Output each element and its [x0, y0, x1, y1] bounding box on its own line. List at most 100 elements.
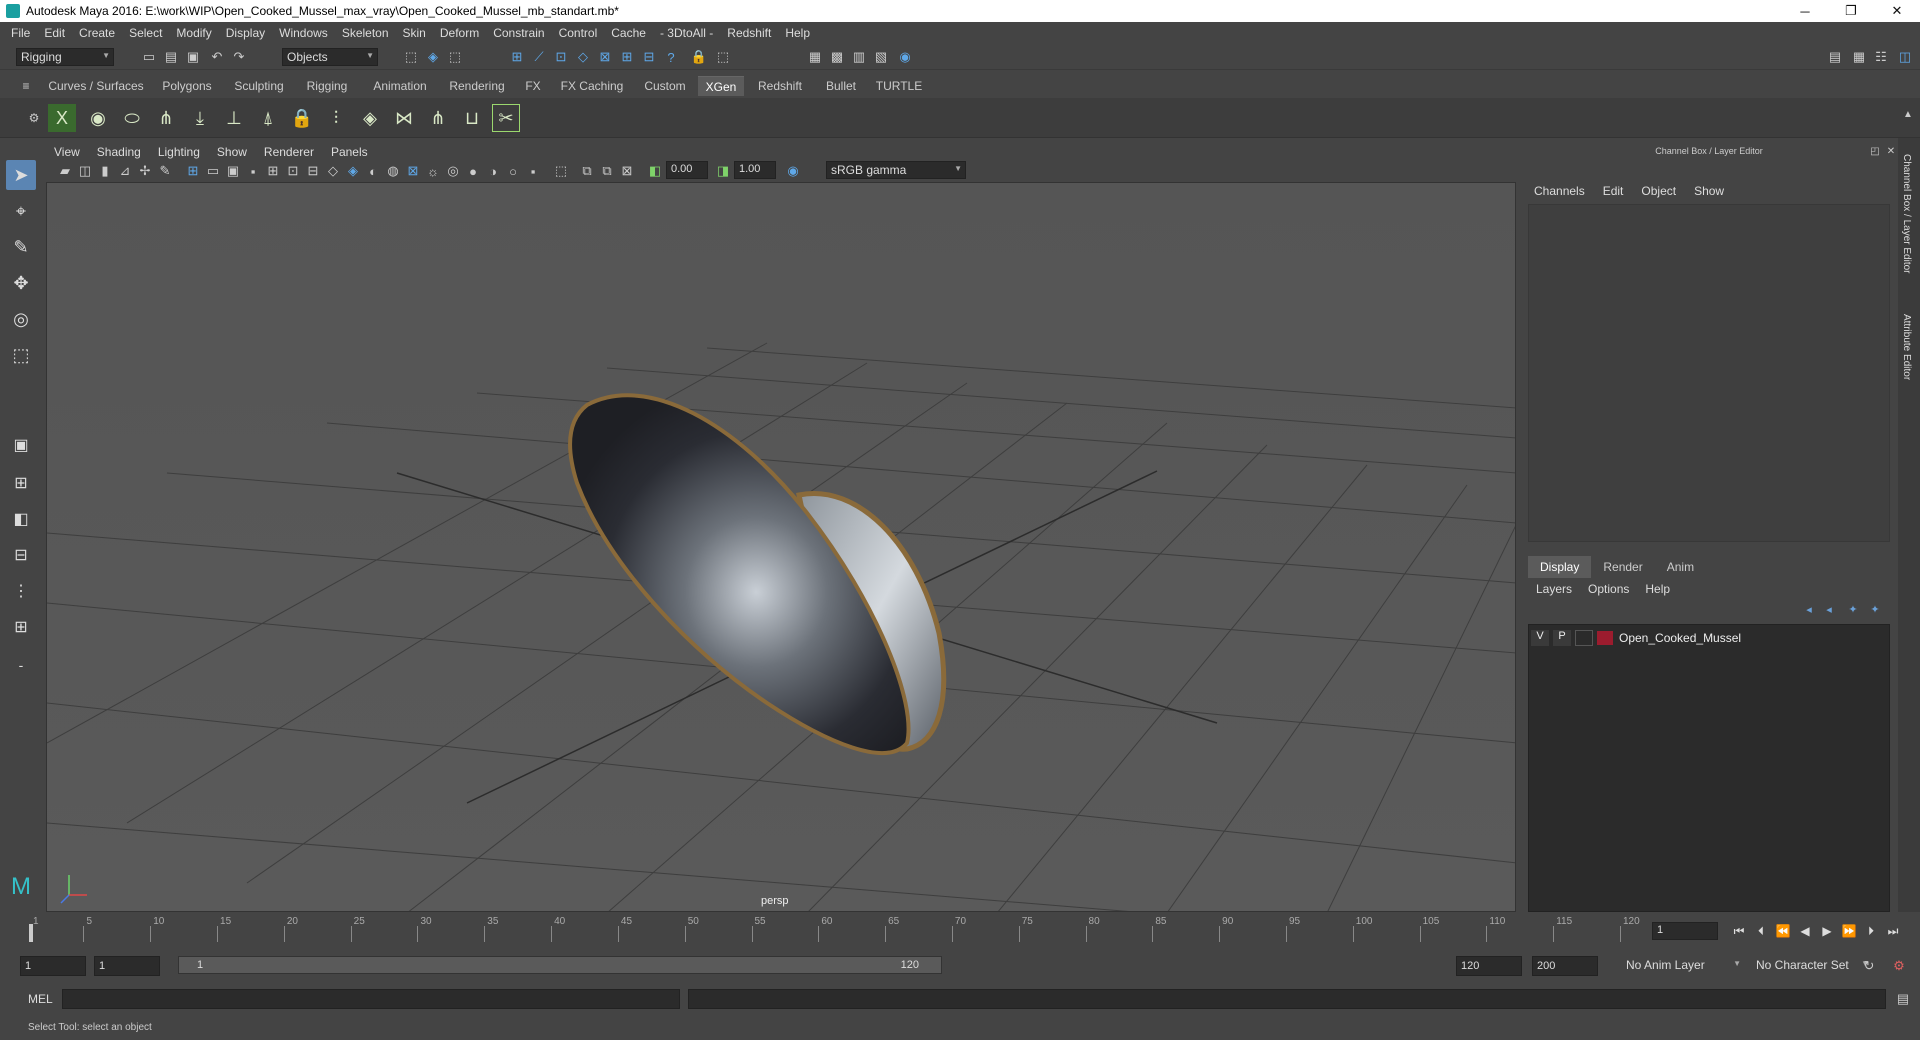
menu-cache[interactable]: Cache — [604, 26, 653, 40]
animation-end-field[interactable]: 200 — [1532, 956, 1598, 976]
new-scene-icon[interactable]: ▭ — [140, 48, 158, 66]
gamma-field[interactable]: 1.00 — [734, 161, 776, 179]
film-gate-icon[interactable]: ▭ — [204, 162, 222, 180]
color-management-icon[interactable]: ◉ — [784, 162, 802, 180]
step-forward-key-icon[interactable]: ⏵ — [1860, 924, 1882, 939]
open-scene-icon[interactable]: ▤ — [162, 48, 180, 66]
selection-mode-dropdown[interactable]: Objects — [282, 48, 378, 66]
screen-space-ao-icon[interactable]: ● — [464, 162, 482, 180]
animation-preferences-icon[interactable]: ⚙ — [1890, 957, 1908, 975]
menu-select[interactable]: Select — [122, 26, 169, 40]
panel-menu-panels[interactable]: Panels — [331, 145, 377, 159]
tab-fx[interactable]: FX — [518, 76, 548, 96]
xgen-add-guide-icon[interactable]: ⤓ — [186, 104, 214, 132]
xgen-layers-icon[interactable]: ◈ — [356, 104, 384, 132]
xgen-editor-icon[interactable]: X — [48, 104, 76, 132]
modeling-toolkit-icon[interactable]: ▤ — [1826, 48, 1844, 66]
attribute-editor-toggle-icon[interactable]: ▦ — [1850, 48, 1868, 66]
layout-options-icon[interactable]: - — [6, 650, 36, 680]
panel-menu-renderer[interactable]: Renderer — [264, 145, 323, 159]
image-plane-icon[interactable]: ⊿ — [116, 162, 134, 180]
range-slider[interactable]: 1 120 — [178, 956, 942, 974]
channel-box-menu-object[interactable]: Object — [1641, 184, 1676, 198]
snap-surface-icon[interactable]: ⊠ — [596, 48, 614, 66]
snap-curve-icon[interactable]: ⟋ — [530, 48, 548, 66]
xgen-cut-icon[interactable]: ✂ — [492, 104, 520, 132]
maximize-button[interactable]: ❐ — [1828, 0, 1874, 22]
character-set-dropdown[interactable]: No Character Set — [1752, 957, 1872, 975]
tab-redshift[interactable]: Redshift — [752, 76, 808, 96]
side-tab-attribute-editor[interactable]: Attribute Editor — [1901, 314, 1912, 380]
motion-blur-icon[interactable]: ◑ — [484, 162, 502, 180]
camera-attributes-icon[interactable]: ◫ — [76, 162, 94, 180]
layer-menu-help[interactable]: Help — [1645, 582, 1670, 596]
exposure-icon[interactable]: ◧ — [646, 162, 664, 180]
side-tab-channel-box[interactable]: Channel Box / Layer Editor — [1901, 154, 1912, 274]
auto-key-icon[interactable]: ↻ — [1860, 957, 1878, 975]
lasso-tool-icon[interactable]: ⌖ — [6, 196, 36, 226]
single-perspective-layout-icon[interactable]: ▣ — [6, 430, 36, 460]
xgen-guides-icon[interactable]: ⫶ — [322, 104, 350, 132]
tab-rendering[interactable]: Rendering — [444, 76, 510, 96]
xgen-preview-icon[interactable]: ⊔ — [458, 104, 486, 132]
tab-polygons[interactable]: Polygons — [156, 76, 218, 96]
anim-layer-dropdown[interactable]: No Anim Layer — [1622, 957, 1744, 975]
tab-sculpting[interactable]: Sculpting — [226, 76, 292, 96]
menu-file[interactable]: File — [4, 26, 37, 40]
menu-deform[interactable]: Deform — [433, 26, 486, 40]
tab-custom[interactable]: Custom — [636, 76, 694, 96]
tab-anim[interactable]: Anim — [1655, 556, 1706, 578]
playback-end-field[interactable]: 120 — [1456, 956, 1522, 976]
gate-mask-icon[interactable]: ▪ — [244, 162, 262, 180]
channel-box-menu-channels[interactable]: Channels — [1534, 184, 1585, 198]
anti-aliasing-icon[interactable]: ○ — [504, 162, 522, 180]
current-frame-field[interactable]: 1 — [1652, 922, 1718, 940]
step-back-frame-icon[interactable]: ⏪ — [1772, 924, 1794, 938]
perspective-viewport[interactable]: persp — [46, 182, 1516, 912]
hypershade-icon[interactable]: ◉ — [896, 48, 914, 66]
move-layer-up-icon[interactable]: ◂ — [1800, 600, 1818, 618]
xgen-create-description-icon[interactable]: ⬭ — [118, 104, 146, 132]
layer-name[interactable]: Open_Cooked_Mussel — [1619, 631, 1741, 645]
snap-vertex-icon[interactable]: ⊞ — [618, 48, 636, 66]
panel-menu-shading[interactable]: Shading — [97, 145, 150, 159]
snap-point-icon[interactable]: ⊡ — [552, 48, 570, 66]
go-to-start-icon[interactable]: ⏮ — [1728, 924, 1750, 939]
time-slider[interactable]: 1 5 10 15 20 25 30 35 40 45 50 55 60 65 70 75 80 85 90 95 10… — [22, 914, 1640, 944]
four-view-layout-icon[interactable]: ⊞ — [6, 468, 36, 498]
layer-color-swatch[interactable] — [1597, 631, 1613, 645]
script-editor-icon[interactable]: ▤ — [1894, 990, 1912, 1008]
menu-modify[interactable]: Modify — [169, 26, 218, 40]
xgen-sculpt-guide-icon[interactable]: ⍋ — [254, 104, 282, 132]
xgen-splines-icon[interactable]: ⋔ — [424, 104, 452, 132]
camera-select-icon[interactable]: ▰ — [56, 162, 74, 180]
2d-pan-zoom-icon[interactable]: ✢ — [136, 162, 154, 180]
tool-settings-icon[interactable]: ☷ — [1872, 48, 1890, 66]
render-settings-icon[interactable]: ▧ — [872, 48, 890, 66]
xgen-place-guides-icon[interactable]: ⋔ — [152, 104, 180, 132]
select-tool-icon[interactable]: ➤ — [6, 160, 36, 190]
current-frame-marker[interactable] — [29, 924, 33, 942]
select-hierarchy-icon[interactable]: ⬚ — [402, 48, 420, 66]
bookmark-icon[interactable]: ▮ — [96, 162, 114, 180]
field-chart-icon[interactable]: ⊞ — [264, 162, 282, 180]
shelf-options-icon[interactable]: ⚙ — [20, 104, 48, 132]
menu-windows[interactable]: Windows — [272, 26, 335, 40]
move-tool-icon[interactable]: ✥ — [6, 268, 36, 298]
select-component-icon[interactable]: ⬚ — [446, 48, 464, 66]
view-transform-dropdown[interactable]: sRGB gamma — [826, 161, 966, 179]
shelf-menu-icon[interactable]: ≡ — [20, 76, 32, 96]
play-forwards-icon[interactable]: ▶ — [1816, 924, 1838, 938]
render-view-icon[interactable]: ▦ — [806, 48, 824, 66]
layer-display-type[interactable] — [1575, 630, 1593, 646]
xgen-plus-guide-icon[interactable]: ⊥ — [220, 104, 248, 132]
channel-box-menu-show[interactable]: Show — [1694, 184, 1724, 198]
menu-skeleton[interactable]: Skeleton — [335, 26, 396, 40]
layer-row[interactable]: V P Open_Cooked_Mussel — [1531, 629, 1887, 647]
persp-outliner-layout-icon[interactable]: ◧ — [6, 504, 36, 534]
layer-menu-layers[interactable]: Layers — [1536, 582, 1572, 596]
lights-icon[interactable]: ☼ — [424, 162, 442, 180]
tab-fx-caching[interactable]: FX Caching — [556, 76, 628, 96]
menu-3dtoall[interactable]: - 3DtoAll - — [653, 26, 720, 40]
menu-constrain[interactable]: Constrain — [486, 26, 551, 40]
